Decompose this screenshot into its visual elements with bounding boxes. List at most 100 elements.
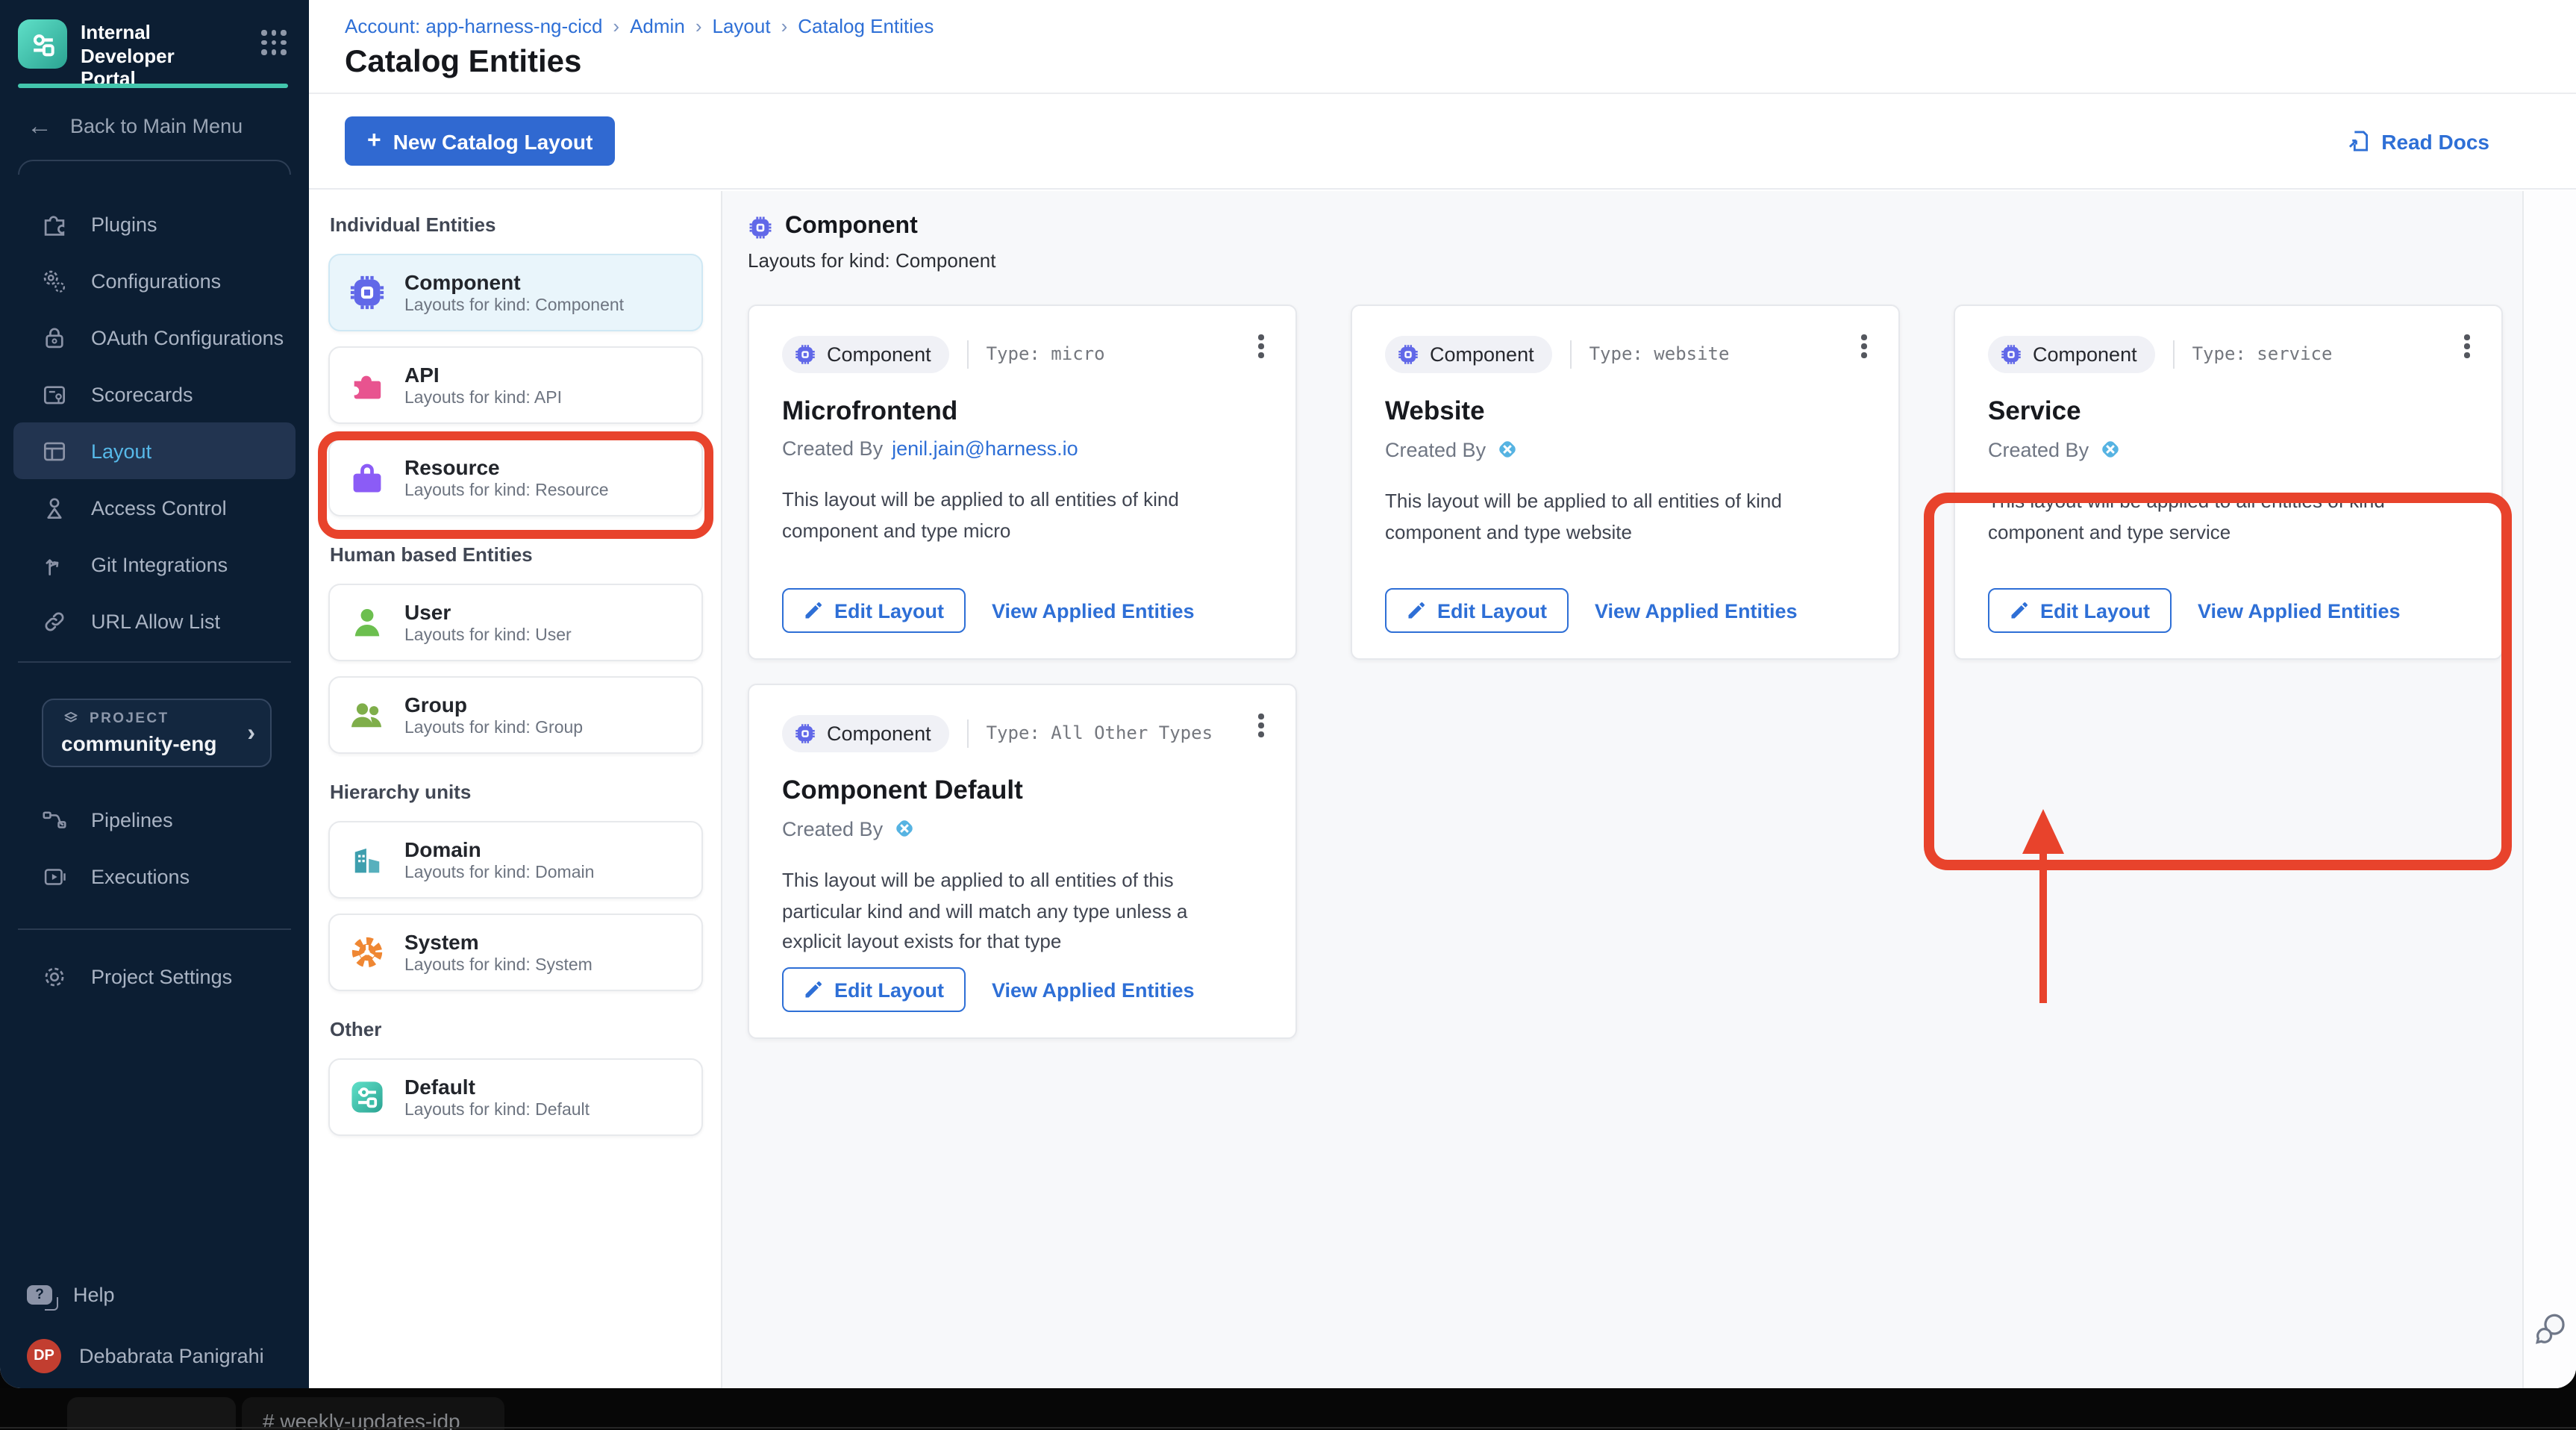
component-chip-icon [795, 345, 815, 364]
project-name: community-eng [61, 731, 217, 755]
page-title: Catalog Entities [345, 45, 582, 79]
project-label: PROJECT [90, 711, 169, 727]
entity-item-user[interactable]: User Layouts for kind: User [328, 584, 703, 661]
kind-header: Component [748, 213, 2522, 240]
help-button[interactable]: Help [27, 1284, 309, 1311]
idp-logo-icon [18, 19, 67, 69]
entity-item-system[interactable]: System Layouts for kind: System [328, 914, 703, 991]
layout-title: Website [1385, 396, 1485, 425]
lock-icon [46, 327, 63, 348]
sidebar-item-git-integrations[interactable]: Git Integrations [13, 536, 296, 593]
view-applied-entities-link[interactable]: View Applied Entities [1595, 599, 1798, 622]
plus-icon: + [367, 128, 381, 153]
layout-card-component-default: Component Type: All Other Types Componen… [748, 684, 1297, 1039]
entity-item-default[interactable]: Default Layouts for kind: Default [328, 1058, 703, 1136]
layout-icon [43, 441, 66, 460]
sidebar-section-divider [18, 160, 291, 175]
new-catalog-layout-button[interactable]: + New Catalog Layout [345, 116, 616, 166]
breadcrumb-admin[interactable]: Admin [630, 15, 685, 37]
breadcrumb-catalog-entities[interactable]: Catalog Entities [798, 15, 934, 37]
layout-title: Service [1988, 396, 2081, 425]
content: Individual Entities Component Layouts fo… [309, 191, 2576, 1388]
main-area: Account: app-harness-ng-cicd › Admin › L… [309, 0, 2576, 1388]
read-docs-link[interactable]: Read Docs [2345, 128, 2489, 154]
view-applied-entities-link[interactable]: View Applied Entities [992, 599, 1195, 622]
api-puzzle-icon [350, 375, 381, 399]
play-icon [44, 868, 66, 884]
sidebar-item-scorecards[interactable]: Scorecards [13, 366, 296, 422]
created-by: Created By [1988, 437, 2469, 461]
back-to-main-menu[interactable]: ← Back to Main Menu [27, 113, 309, 139]
user-menu[interactable]: DP Debabrata Panigrahi [27, 1339, 309, 1373]
sidebar-item-project-settings[interactable]: Project Settings [13, 948, 296, 1005]
git-branch-icon [46, 558, 59, 575]
layout-card-service: Component Type: service Service Created … [1954, 305, 2503, 660]
sidebar-item-url-allow-list[interactable]: URL Allow List [13, 593, 296, 649]
sidebar-item-executions[interactable]: Executions [13, 848, 296, 905]
component-chip-icon [749, 216, 772, 238]
teal-divider [18, 84, 288, 88]
section-title: Individual Entities [330, 213, 496, 236]
back-label: Back to Main Menu [70, 115, 243, 137]
layout-cards-grid: Component Type: micro Microfrontend Crea… [748, 305, 2522, 1039]
section-title: Other [330, 1018, 382, 1040]
sidebar-item-access-control[interactable]: Access Control [13, 479, 296, 536]
kind-badge: Component [1385, 336, 1552, 373]
pencil-icon [2011, 602, 2028, 619]
sidebar-menu-3: Project Settings [0, 948, 309, 1005]
view-applied-entities-link[interactable]: View Applied Entities [992, 978, 1195, 1001]
breadcrumb-separator: › [695, 15, 702, 37]
screen: Internal Developer Portal ← Back to Main… [0, 0, 2576, 1430]
created-by: Created By [1385, 437, 1866, 461]
pencil-icon [805, 981, 822, 998]
breadcrumb-account[interactable]: Account: app-harness-ng-cicd [345, 15, 602, 37]
section-title: Human based Entities [330, 543, 533, 566]
edit-layout-button[interactable]: Edit Layout [782, 967, 965, 1012]
harness-user-icon [1498, 441, 1515, 458]
kind-badge: Component [782, 336, 949, 373]
cog-icon [351, 937, 383, 968]
sidebar-item-layout[interactable]: Layout [13, 422, 296, 479]
created-by: Created By [782, 817, 1263, 840]
sidebar-item-configurations[interactable]: Configurations [13, 252, 296, 309]
layout-title: Microfrontend [782, 396, 958, 425]
layout-description: This layout will be applied to all entit… [782, 869, 1188, 953]
gears-icon [43, 269, 66, 292]
briefcase-icon [353, 463, 381, 493]
background-panel: # weekly-updates-idp [242, 1397, 504, 1430]
apps-grid-icon[interactable] [261, 30, 291, 60]
sidebar-item-oauth-configurations[interactable]: OAuth Configurations [13, 309, 296, 366]
created-by-link[interactable]: jenil.jain@harness.io [892, 437, 1078, 460]
edit-layout-button[interactable]: Edit Layout [1385, 588, 1568, 633]
sidebar-divider [18, 661, 291, 663]
entity-item-component[interactable]: Component Layouts for kind: Component [328, 254, 703, 331]
user-icon [354, 609, 380, 637]
chat-bubbles-icon[interactable] [2531, 1309, 2570, 1355]
type-label: Type: website [1569, 340, 1729, 369]
kebab-menu[interactable] [1248, 330, 1275, 363]
entity-item-domain[interactable]: Domain Layouts for kind: Domain [328, 821, 703, 899]
component-chip-icon [350, 275, 384, 310]
layout-card-microfrontend: Component Type: micro Microfrontend Crea… [748, 305, 1297, 660]
scorecard-icon [43, 385, 66, 404]
entity-item-resource[interactable]: Resource Layouts for kind: Resource [328, 439, 703, 516]
view-applied-entities-link[interactable]: View Applied Entities [2198, 599, 2401, 622]
sidebar-item-plugins[interactable]: Plugins [13, 196, 296, 252]
edit-layout-button[interactable]: Edit Layout [782, 588, 965, 633]
edit-layout-button-service[interactable]: Edit Layout [1988, 588, 2171, 633]
sidebar-item-pipelines[interactable]: Pipelines [13, 791, 296, 848]
entity-item-api[interactable]: API Layouts for kind: API [328, 346, 703, 424]
sidebar-menu-2: Pipelines Executions [0, 791, 309, 905]
kebab-menu[interactable] [1851, 330, 1878, 363]
app-window: Internal Developer Portal ← Back to Main… [0, 0, 2576, 1388]
user-name: Debabrata Panigrahi [79, 1345, 264, 1367]
kebab-menu[interactable] [1248, 709, 1275, 742]
breadcrumb-layout[interactable]: Layout [713, 15, 771, 37]
entity-item-group[interactable]: Group Layouts for kind: Group [328, 676, 703, 754]
project-selector[interactable]: PROJECT community-eng › [42, 699, 272, 767]
breadcrumb: Account: app-harness-ng-cicd › Admin › L… [345, 15, 2576, 37]
person-icon [47, 497, 62, 519]
sidebar-divider-2 [18, 928, 291, 930]
sidebar-menu: Plugins Configurations OAuth Configurati… [0, 196, 309, 649]
kebab-menu[interactable] [2454, 330, 2480, 363]
